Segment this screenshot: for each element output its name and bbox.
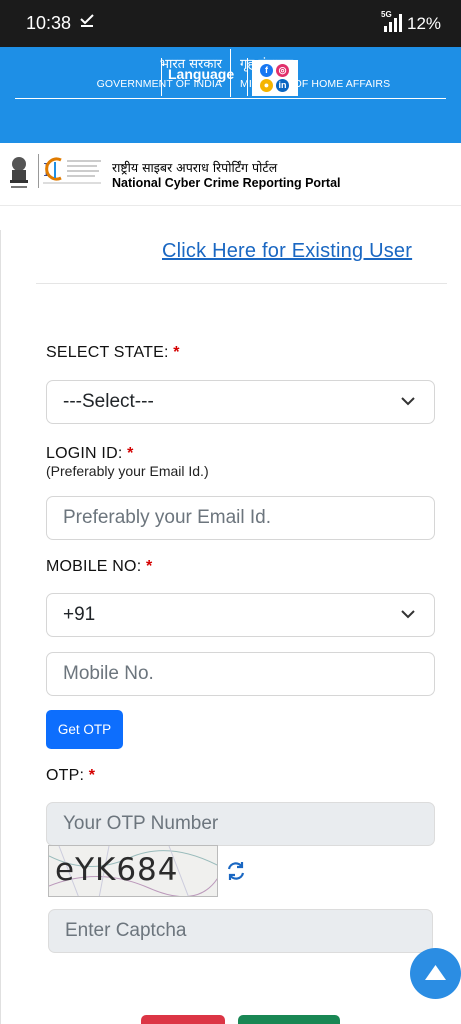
state-select-value: ---Select--- [63,391,154,412]
social-links: f ◎ ● in [252,60,298,96]
chevron-down-icon [401,397,415,406]
arrow-up-icon [425,965,446,980]
login-label: LOGIN ID: * [46,445,134,463]
submit-button[interactable] [238,1015,340,1024]
language-button[interactable]: Language [168,66,234,82]
captcha-text: eYK684 [55,852,179,888]
scroll-top-button[interactable] [410,948,461,999]
status-bar: 10:38 5G 12% [0,0,461,47]
mobile-input[interactable]: Mobile No. [46,652,435,696]
battery-level: 12% [407,14,442,33]
header-rule [15,98,446,99]
country-code-value: +91 [63,604,96,625]
cancel-button[interactable] [141,1015,225,1024]
government-header: भारत सरकार GOVERNMENT OF INDIA गृह मंत्र… [0,47,461,143]
section-divider [0,205,461,206]
state-select[interactable]: ---Select--- [46,380,435,424]
card-divider [36,283,447,284]
refresh-captcha-icon[interactable] [225,860,247,882]
koo-icon[interactable]: ● [260,79,273,92]
state-label: SELECT STATE: * [46,344,180,362]
language-separator-left [161,58,162,96]
get-otp-button[interactable]: Get OTP [46,710,123,749]
required-mark: * [88,767,96,784]
mobile-label: MOBILE NO: * [46,558,152,576]
otp-label-text: OTP: [46,767,85,784]
otp-input[interactable]: Your OTP Number [46,802,435,846]
existing-user-link[interactable]: Click Here for Existing User [162,240,412,263]
national-emblem-icon [8,155,30,193]
status-time: 10:38 [26,13,72,33]
country-code-select[interactable]: +91 [46,593,435,637]
login-label-text: LOGIN ID: [46,445,123,462]
facebook-icon[interactable]: f [260,64,273,77]
required-mark: * [173,344,180,361]
captcha-input[interactable]: Enter Captcha [48,909,433,953]
portal-header: I राष्ट्रीय साइबर अपराध रिपोर्टिंग पोर्ट… [0,143,461,205]
signal-icon [380,12,406,34]
i4c-logo: I [38,154,104,188]
state-label-text: SELECT STATE: [46,344,169,361]
chevron-down-icon [401,610,415,619]
otp-label: OTP: * [46,767,95,785]
required-mark: * [127,445,134,462]
language-separator-right [247,58,248,96]
linkedin-icon[interactable]: in [276,79,289,92]
captcha-image: eYK684 [48,845,218,897]
mobile-label-text: MOBILE NO: [46,558,142,575]
required-mark: * [146,558,153,575]
login-hint: (Preferably your Email Id.) [46,463,209,479]
instagram-icon[interactable]: ◎ [276,64,289,77]
download-done-icon [80,12,94,33]
login-id-input[interactable]: Preferably your Email Id. [46,496,435,540]
portal-title-english: National Cyber Crime Reporting Portal [112,176,341,190]
portal-title-hindi: राष्ट्रीय साइबर अपराध रिपोर्टिंग पोर्टल [112,160,278,175]
